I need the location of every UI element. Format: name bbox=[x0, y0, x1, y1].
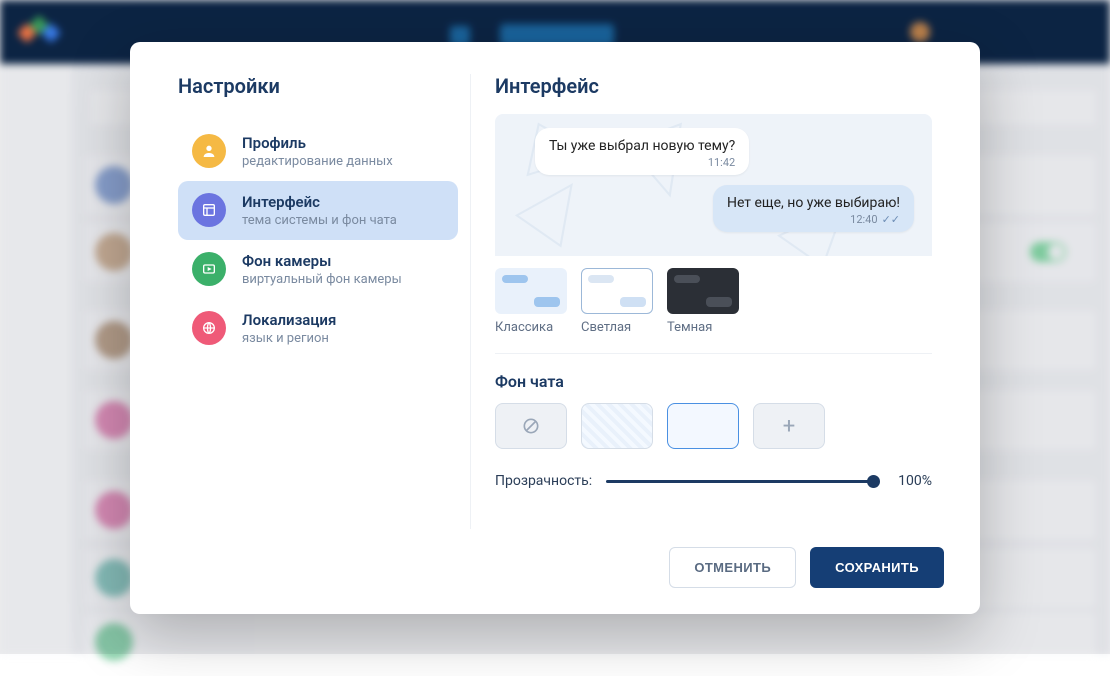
settings-content: Интерфейс Ты уже выбрал новую тему? 11:4… bbox=[470, 74, 980, 529]
sidebar-item-label: Интерфейс bbox=[242, 193, 397, 211]
save-button[interactable]: СОХРАНИТЬ bbox=[810, 547, 944, 588]
theme-option-dark[interactable]: Темная bbox=[667, 268, 739, 335]
settings-sidebar: Настройки Профиль редактирование данных … bbox=[130, 74, 470, 529]
chat-bg-option-solid[interactable] bbox=[667, 403, 739, 449]
modal-footer: ОТМЕНИТЬ СОХРАНИТЬ bbox=[130, 529, 980, 614]
plus-icon: + bbox=[783, 414, 795, 439]
theme-label: Темная bbox=[667, 320, 739, 335]
chat-background-picker: + bbox=[495, 403, 932, 449]
panel-title: Интерфейс bbox=[495, 74, 932, 98]
chat-bubble-out: Нет еще, но уже выбираю! 12:40 ✓✓ bbox=[713, 185, 914, 232]
chat-preview: Ты уже выбрал новую тему? 11:42 Нет еще,… bbox=[495, 114, 932, 256]
sidebar-item-locale[interactable]: Локализация язык и регион bbox=[178, 299, 458, 358]
sidebar-item-sub: язык и регион bbox=[242, 331, 336, 346]
cancel-button[interactable]: ОТМЕНИТЬ bbox=[669, 547, 796, 588]
theme-picker: Классика Светлая Темная bbox=[495, 268, 932, 354]
theme-label: Классика bbox=[495, 320, 567, 335]
settings-modal: Настройки Профиль редактирование данных … bbox=[130, 42, 980, 614]
chat-bubble-text: Нет еще, но уже выбираю! bbox=[727, 195, 900, 211]
chat-bubble-in: Ты уже выбрал новую тему? 11:42 bbox=[535, 128, 749, 175]
play-icon bbox=[192, 252, 226, 286]
no-background-icon bbox=[521, 416, 541, 436]
read-checks-icon: ✓✓ bbox=[882, 213, 900, 226]
sidebar-item-label: Локализация bbox=[242, 311, 336, 329]
sidebar-item-interface[interactable]: Интерфейс тема системы и фон чата bbox=[178, 181, 458, 240]
chat-bg-option-add[interactable]: + bbox=[753, 403, 825, 449]
opacity-label: Прозрачность: bbox=[495, 473, 592, 489]
globe-icon bbox=[192, 311, 226, 345]
theme-option-light[interactable]: Светлая bbox=[581, 268, 653, 335]
sidebar-item-camera[interactable]: Фон камеры виртуальный фон камеры bbox=[178, 240, 458, 299]
sidebar-item-sub: редактирование данных bbox=[242, 154, 393, 169]
opacity-value: 100% bbox=[888, 473, 932, 489]
chat-bubble-time: 12:40 bbox=[850, 213, 877, 226]
opacity-slider[interactable] bbox=[606, 471, 874, 491]
layout-icon bbox=[192, 193, 226, 227]
chat-bubble-time: 11:42 bbox=[549, 156, 735, 169]
theme-label: Светлая bbox=[581, 320, 653, 335]
sidebar-item-sub: виртуальный фон камеры bbox=[242, 272, 402, 287]
chat-bg-option-none[interactable] bbox=[495, 403, 567, 449]
sidebar-item-label: Фон камеры bbox=[242, 252, 402, 270]
sidebar-item-profile[interactable]: Профиль редактирование данных bbox=[178, 122, 458, 181]
sidebar-item-label: Профиль bbox=[242, 134, 393, 152]
sidebar-item-sub: тема системы и фон чата bbox=[242, 213, 397, 228]
chat-bubble-text: Ты уже выбрал новую тему? bbox=[549, 138, 735, 154]
user-icon bbox=[192, 134, 226, 168]
theme-option-classic[interactable]: Классика bbox=[495, 268, 567, 335]
chat-bg-option-pattern[interactable] bbox=[581, 403, 653, 449]
settings-title: Настройки bbox=[178, 74, 458, 98]
chat-background-heading: Фон чата bbox=[495, 372, 932, 391]
